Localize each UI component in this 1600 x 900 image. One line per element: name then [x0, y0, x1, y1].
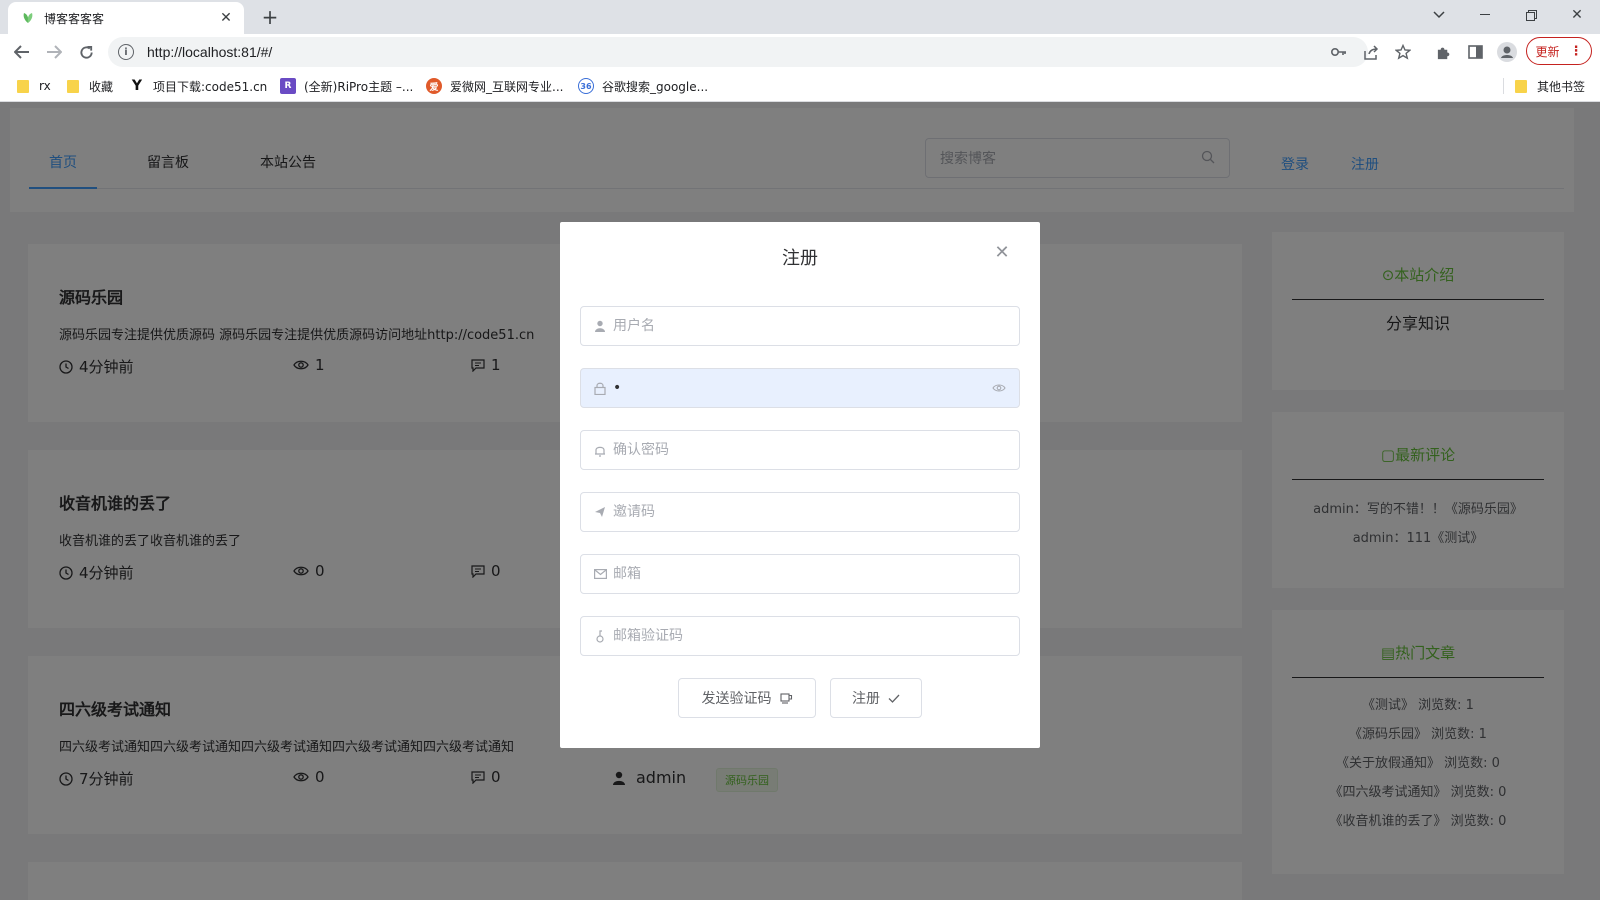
bookmark-label: 项目下载:code51.cn: [153, 79, 268, 94]
username-input[interactable]: [613, 318, 1007, 334]
email-code-input[interactable]: [613, 628, 1007, 644]
restore-icon[interactable]: [1508, 0, 1554, 30]
bookmark-label: 收藏: [89, 79, 114, 94]
browser-tab[interactable]: 博客客客客 ✕: [8, 2, 244, 34]
bookmark-code51[interactable]: Y 项目下载:code51.cn: [129, 76, 267, 96]
folder-icon: [1515, 79, 1527, 93]
more-vert-icon: ⋮: [1569, 43, 1583, 59]
bookmark-star-icon[interactable]: [1392, 41, 1414, 63]
send-code-label: 发送验证码: [701, 691, 772, 707]
url-text: http://localhost:81/#/: [147, 44, 273, 60]
email-input[interactable]: [613, 566, 1007, 582]
side-panel-icon[interactable]: [1464, 41, 1486, 63]
tab-title: 博客客客客: [44, 11, 105, 26]
bookmark-google[interactable]: 36 谷歌搜索_google...: [578, 76, 708, 96]
bookmark-label: (全新)RiPro主题 –...: [304, 79, 414, 94]
register-dialog: 注册 ✕ 发送验证码 注册: [560, 222, 1040, 748]
bookmark-label: 爱微网_互联网专业...: [450, 79, 564, 94]
lock-icon: [593, 381, 607, 395]
bookmark-label: 谷歌搜索_google...: [602, 79, 709, 94]
bookmark-rx[interactable]: rx: [17, 76, 51, 96]
bookmark-divider: [1503, 78, 1504, 94]
bookmark-favorites[interactable]: 收藏: [67, 76, 113, 96]
search-360-icon: 36: [578, 78, 594, 94]
extensions-puzzle-icon[interactable]: [1432, 41, 1454, 63]
address-bar[interactable]: i http://localhost:81/#/: [108, 37, 1368, 67]
email-field[interactable]: [580, 554, 1020, 594]
tab-search-chevron-icon[interactable]: [1416, 0, 1462, 30]
tab-close-icon[interactable]: ✕: [218, 10, 234, 26]
leaf-icon: [20, 10, 36, 26]
profile-avatar-icon[interactable]: [1496, 41, 1518, 63]
folder-icon: [17, 79, 29, 93]
eye-toggle-icon[interactable]: [991, 380, 1007, 396]
y-logo-icon: Y: [129, 78, 145, 94]
forward-arrow-icon[interactable]: [40, 38, 68, 66]
invite-code-field[interactable]: [580, 492, 1020, 532]
confirm-password-input[interactable]: [613, 442, 1007, 458]
user-icon: [593, 319, 607, 333]
password-field[interactable]: [580, 368, 1020, 408]
confirm-password-field[interactable]: [580, 430, 1020, 470]
back-arrow-icon[interactable]: [8, 38, 36, 66]
dialog-title: 注册: [782, 248, 818, 269]
bookmark-label: rx: [39, 79, 51, 93]
key-icon: [593, 629, 607, 643]
bookmark-label: 其他书签: [1537, 79, 1586, 94]
key-icon[interactable]: [1328, 41, 1350, 63]
register-submit-button[interactable]: 注册: [830, 678, 922, 718]
aiwei-logo-icon: 爱: [426, 78, 442, 94]
browser-toolbar: i http://localhost:81/#/ 更新 ⋮: [0, 34, 1600, 70]
update-label: 更新: [1535, 44, 1560, 59]
username-field[interactable]: [580, 306, 1020, 346]
window-close-icon[interactable]: ✕: [1554, 0, 1600, 30]
password-input[interactable]: [613, 380, 991, 396]
send-code-button[interactable]: 发送验证码: [678, 678, 816, 718]
minimize-icon[interactable]: [1462, 0, 1508, 30]
bell-icon: [593, 443, 607, 457]
invite-code-input[interactable]: [613, 504, 1007, 520]
mail-icon: [593, 567, 607, 581]
cup-icon: [779, 692, 793, 704]
bookmark-other[interactable]: 其他书签: [1515, 76, 1585, 96]
browser-tabbar: 博客客客客 ✕ + ✕: [0, 0, 1600, 34]
email-code-field[interactable]: [580, 616, 1020, 656]
ripro-logo-icon: R: [280, 78, 296, 94]
new-tab-plus-icon[interactable]: +: [258, 5, 282, 29]
bookmark-aiwei[interactable]: 爱 爱微网_互联网专业...: [426, 76, 563, 96]
register-submit-label: 注册: [852, 691, 880, 707]
bookmarks-bar: rx 收藏 Y 项目下载:code51.cn R (全新)RiPro主题 –..…: [0, 70, 1600, 102]
folder-icon: [67, 79, 79, 93]
send-icon: [593, 505, 607, 519]
reload-icon[interactable]: [72, 38, 100, 66]
bookmark-ripro[interactable]: R (全新)RiPro主题 –...: [280, 76, 413, 96]
check-icon: [888, 694, 900, 703]
update-button[interactable]: 更新 ⋮: [1526, 37, 1592, 65]
share-icon[interactable]: [1360, 41, 1382, 63]
dialog-close-icon[interactable]: ✕: [992, 242, 1012, 263]
site-info-icon[interactable]: i: [118, 44, 134, 60]
